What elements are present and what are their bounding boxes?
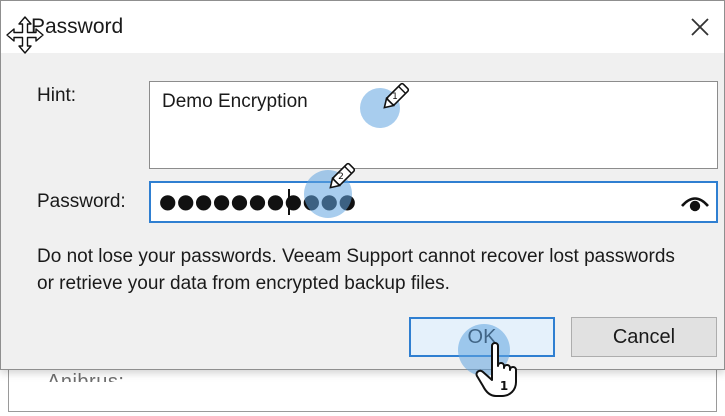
hand-pointer-icon: 1: [475, 342, 517, 397]
hint-value: Demo Encryption: [162, 91, 308, 112]
pencil-icon-2: 2: [329, 162, 356, 189]
close-button[interactable]: [684, 11, 716, 43]
password-field[interactable]: ●●●●●●●●●●●: [149, 181, 718, 223]
pencil-icon: 1: [383, 82, 410, 109]
warning-text: Do not lose your passwords. Veeam Suppor…: [37, 246, 675, 294]
password-step-number: 2: [338, 172, 344, 182]
move-cursor-icon: [6, 16, 44, 54]
ok-step-number: 1: [500, 379, 508, 393]
password-label: Password:: [37, 191, 126, 212]
hint-label: Hint:: [37, 85, 77, 106]
cancel-button[interactable]: Cancel: [571, 317, 717, 357]
text-caret: [288, 189, 290, 215]
background-partial-text: Anibrus:: [47, 372, 124, 382]
close-icon: [691, 18, 709, 36]
eye-icon[interactable]: [680, 191, 710, 215]
password-dialog: Password Hint: Demo Encryption Password:…: [0, 0, 725, 370]
hint-field[interactable]: Demo Encryption: [149, 81, 718, 169]
title-bar[interactable]: Password: [1, 1, 724, 54]
hint-step-number: 1: [392, 92, 398, 102]
